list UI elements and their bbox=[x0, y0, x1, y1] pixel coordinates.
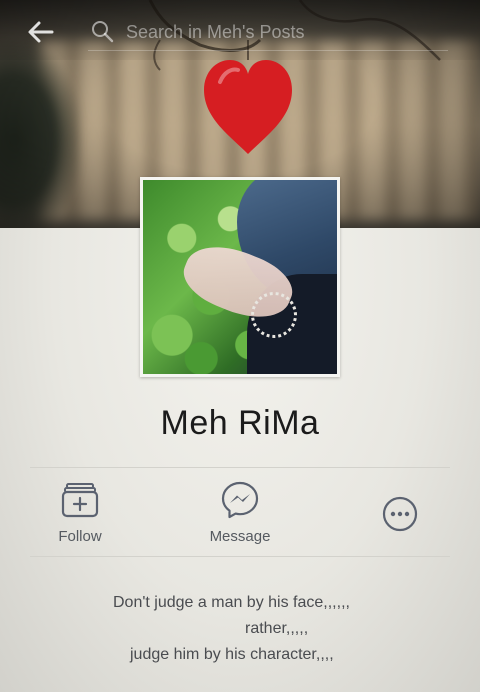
back-arrow-icon bbox=[28, 21, 54, 43]
divider-bottom bbox=[30, 556, 450, 557]
profile-name: Meh RiMa bbox=[160, 404, 320, 442]
profile-page: Meh RiMa Follow Message Don't judge a ma… bbox=[0, 0, 480, 692]
message-button[interactable]: Message bbox=[180, 480, 300, 550]
more-options-icon bbox=[382, 496, 418, 532]
message-label: Message bbox=[209, 528, 271, 545]
follow-feed-icon bbox=[61, 483, 99, 518]
bio-line-1: Don't judge a man by his face,,,,,, bbox=[113, 594, 350, 611]
follow-label: Follow bbox=[58, 528, 102, 545]
search-icon bbox=[92, 21, 114, 43]
more-options-button[interactable] bbox=[340, 480, 460, 550]
bio-line-2: rather,,,,, bbox=[245, 620, 309, 637]
messenger-icon bbox=[221, 481, 259, 519]
follow-button[interactable]: Follow bbox=[20, 480, 140, 550]
bio-line-3: judge him by his character,,,, bbox=[130, 646, 334, 663]
top-bar bbox=[0, 0, 480, 60]
divider-top bbox=[30, 467, 450, 468]
back-button[interactable] bbox=[26, 18, 56, 46]
search-bar[interactable] bbox=[88, 14, 448, 51]
search-input[interactable] bbox=[124, 18, 428, 46]
profile-picture[interactable] bbox=[140, 177, 340, 377]
